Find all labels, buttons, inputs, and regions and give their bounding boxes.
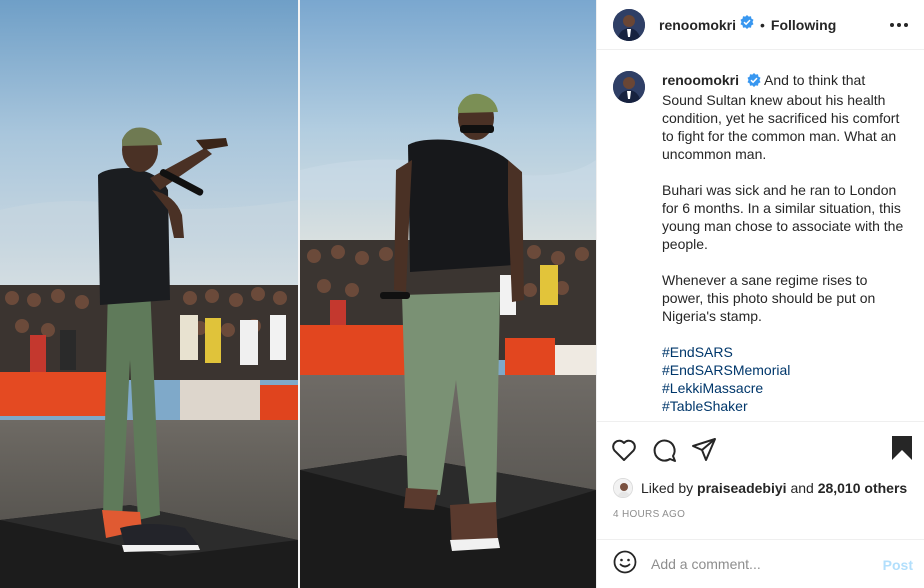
hashtag-endsars[interactable]: #EndSARS	[662, 343, 908, 361]
caption-avatar[interactable]	[613, 71, 645, 103]
action-bar	[597, 421, 924, 477]
caption-paragraph-3: Whenever a sane regime rises to power, t…	[662, 272, 876, 324]
likes-others[interactable]: 28,010 others	[818, 480, 908, 496]
instagram-post: renoomokri • Following renoomokri And to…	[0, 0, 924, 588]
post-comment-button[interactable]: Post	[883, 557, 913, 573]
caption-paragraph-2: Buhari was sick and he ran to London for…	[662, 182, 904, 252]
liker-avatar[interactable]	[613, 478, 633, 498]
caption-paragraph-1: renoomokri And to think that Sound Sulta…	[662, 71, 908, 163]
post-header: renoomokri • Following	[597, 0, 924, 50]
more-options-icon[interactable]	[889, 15, 909, 35]
caption-row: renoomokri And to think that Sound Sulta…	[613, 71, 909, 415]
paper-plane-icon[interactable]	[691, 430, 731, 470]
heart-icon[interactable]	[611, 430, 651, 470]
verified-badge-icon	[747, 73, 761, 91]
hashtag-tableshaker[interactable]: #TableShaker	[662, 397, 908, 415]
photo-left	[0, 0, 298, 588]
liker-username[interactable]: praiseadebiyi	[697, 480, 787, 496]
caption-username[interactable]: renoomokri	[662, 72, 739, 88]
post-timestamp[interactable]: 4 HOURS AGO	[613, 509, 685, 520]
hashtag-list: #EndSARS #EndSARSMemorial #LekkiMassacre…	[662, 343, 908, 415]
hashtag-endsarsmemorial[interactable]: #EndSARSMemorial	[662, 361, 908, 379]
comment-box: Post	[597, 539, 924, 588]
comment-input[interactable]	[651, 556, 861, 572]
verified-badge-icon	[740, 15, 754, 34]
author-avatar[interactable]	[613, 8, 645, 41]
likes-summary: Liked by praiseadebiyi and 28,010 others	[613, 477, 907, 499]
separator-dot: •	[760, 16, 765, 33]
following-button[interactable]: Following	[771, 17, 836, 33]
post-media[interactable]	[0, 0, 596, 588]
bookmark-icon[interactable]	[891, 435, 913, 466]
author-username[interactable]: renoomokri	[659, 17, 736, 33]
likes-joiner: and	[790, 480, 814, 496]
hashtag-lekkimassacre[interactable]: #LekkiMassacre	[662, 379, 908, 397]
likes-prefix: Liked by	[641, 480, 694, 496]
comment-bubble-icon[interactable]	[651, 430, 691, 470]
smiley-icon[interactable]	[613, 550, 637, 579]
post-panel: renoomokri • Following renoomokri And to…	[596, 0, 924, 588]
caption-area[interactable]: renoomokri And to think that Sound Sulta…	[597, 51, 924, 421]
caption-text: renoomokri And to think that Sound Sulta…	[662, 71, 908, 415]
photo-right	[300, 0, 596, 588]
